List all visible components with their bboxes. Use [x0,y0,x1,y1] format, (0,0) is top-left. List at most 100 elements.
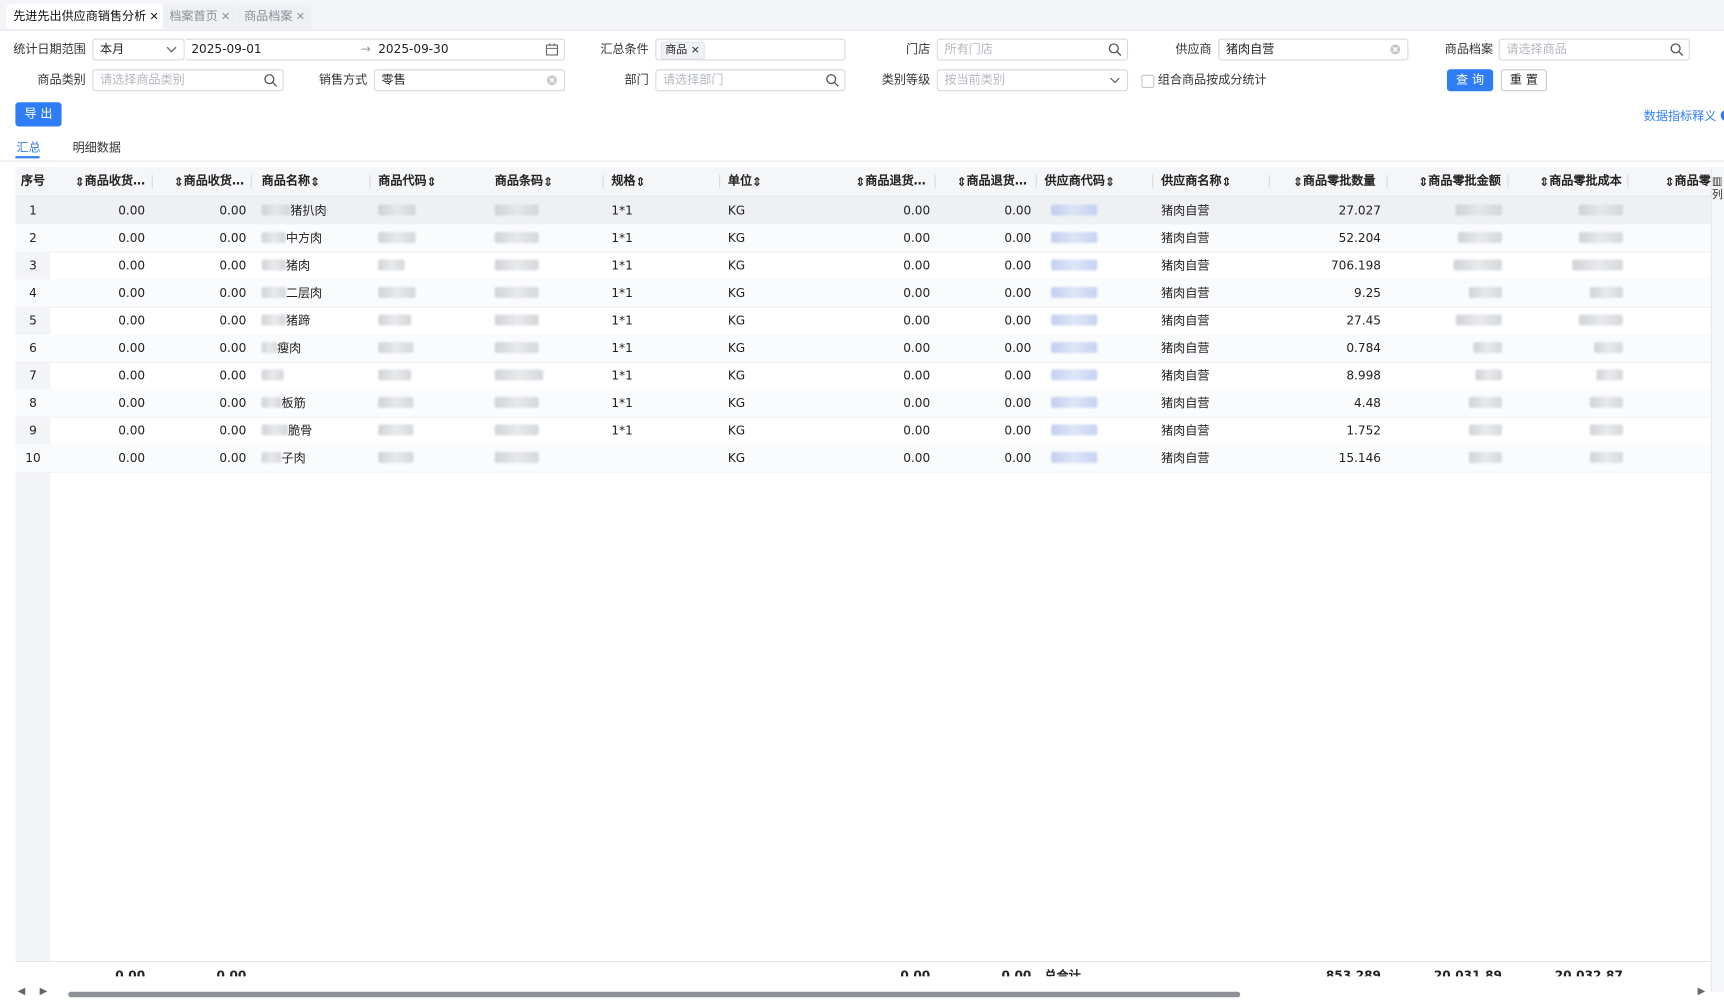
cell-return-qty-text: 0.00 [903,340,931,356]
cell-recv-amt-text: 0.00 [219,230,247,246]
close-icon[interactable]: ✕ [221,11,230,23]
tab-archive-home[interactable]: 档案首页 ✕ [162,4,237,29]
cell-unit: KG [723,334,833,361]
cell-name-text: 二层肉 [285,285,323,301]
clear-icon[interactable] [1388,42,1403,57]
cell-retail-cost [1509,444,1628,471]
combo-checkbox[interactable] [1141,74,1155,88]
cell-code [374,224,484,251]
col-recv-amt[interactable]: ⇕商品收货… [169,167,257,196]
column-settings-button[interactable]: ▥ 列 [1712,176,1724,202]
table-row[interactable]: 9 0.00 0.00 脆骨 1*1 KG 0.00 0.00 猪肉自营 1.752 [15,417,1711,446]
total-recv-qty: 0.00 [115,968,146,977]
cell-recv-amt: 0.00 [150,362,251,389]
reset-button[interactable]: 重 置 [1500,69,1547,92]
redacted-prefix [261,424,289,436]
col-return-qty[interactable]: ⇕商品退货… [851,167,930,196]
cell-spec: 1*1 [607,279,717,306]
redacted-value [494,341,539,353]
tab-supplier-sales-analysis[interactable]: 先进先出供应商销售分析 ✕ [6,4,166,29]
col-spec[interactable]: 规格⇕ [607,167,717,196]
summary-condition-select[interactable]: 商品 × [655,38,846,61]
table-row[interactable]: 1 0.00 0.00 猪扒肉 1*1 KG 0.00 0.00 猪肉自营 27.027 [15,196,1711,226]
search-icon[interactable] [263,73,278,88]
category-level-select[interactable]: 按当前类别 [936,69,1129,92]
export-button[interactable]: 导 出 [15,102,62,127]
redacted-value [1578,204,1623,216]
cell-retail-cost [1509,279,1628,306]
combo-checkbox-label[interactable]: 组合商品按成分统计 [1158,69,1267,91]
sort-icon: ⇕ [956,174,967,190]
col-barcode-label: 商品条码 [494,173,544,189]
horizontal-scrollbar[interactable]: ◀ ▶ ▶ [15,986,1710,1000]
vertical-scrollbar[interactable] [1710,167,1724,992]
col-separator [1507,174,1509,189]
col-return-amt[interactable]: ⇕商品退货… [952,167,1040,196]
cell-name [257,362,367,389]
search-icon[interactable] [1669,42,1684,57]
table-row[interactable]: 3 0.00 0.00 猪肉 1*1 KG 0.00 0.00 猪肉自营 706.198 [15,252,1711,281]
cell-recv-amt-text: 0.00 [219,340,247,356]
sort-icon: ⇕ [426,174,437,190]
date-range-picker[interactable]: 2025-09-01 → 2025-09-30 [184,38,566,61]
cell-recv-qty-text: 0.00 [118,368,146,383]
cell-spec-text: 1*1 [611,395,633,411]
cell-name: 瘦肉 [257,334,367,361]
tab-product-archive[interactable]: 商品档案 ✕ [237,4,312,29]
product-category-input[interactable]: 请选择商品类别 [92,69,284,92]
cell-name-text: 瘦肉 [277,340,302,356]
table-row[interactable]: 4 0.00 0.00 二层肉 1*1 KG 0.00 0.00 猪肉自营 9.25 [15,279,1711,308]
col-recv-qty[interactable]: ⇕商品收货… [70,167,158,196]
table-row[interactable]: 5 0.00 0.00 猪蹄 1*1 KG 0.00 0.00 猪肉自营 27.45 [15,307,1711,336]
tab-detail-data[interactable]: 明细数据 [73,139,121,157]
dept-input[interactable]: 请选择部门 [655,69,846,92]
col-supplier-code[interactable]: 供应商代码⇕ [1040,167,1146,196]
search-icon[interactable] [1107,42,1122,57]
col-name[interactable]: 商品名称⇕ [257,167,367,196]
redacted-value [1457,231,1502,243]
table-row[interactable]: 7 0.00 0.00 1*1 KG 0.00 0.00 猪肉自营 8.998 [15,362,1711,391]
cell-spec-text: 1*1 [611,230,633,246]
col-separator [719,174,721,189]
col-retail-cost[interactable]: ⇕商品零批成本 [1535,167,1630,196]
col-barcode[interactable]: 商品条码⇕ [490,167,600,196]
tag-close-icon[interactable]: × [691,44,700,56]
scroll-right-icon[interactable]: ▶ [40,986,48,997]
col-code[interactable]: 商品代码⇕ [374,167,484,196]
query-button[interactable]: 查 询 [1446,69,1494,92]
close-icon[interactable]: ✕ [296,11,305,23]
col-retail-qty[interactable]: ⇕商品零批数量 [1289,167,1386,196]
cell-retail-amt [1388,252,1507,279]
redacted-value [378,369,412,381]
store-input[interactable]: 所有门店 [936,38,1129,61]
col-separator [369,174,371,189]
col-retail-amt[interactable]: ⇕商品零批金额 [1414,167,1506,196]
close-icon[interactable]: ✕ [150,11,159,23]
tab-summary[interactable]: 汇总 [16,139,40,157]
col-unit[interactable]: 单位⇕ [723,167,833,196]
col-supplier-name[interactable]: 供应商名称⇕ [1157,167,1267,196]
col-seq: 序号 [20,173,46,189]
redacted-value [1468,451,1502,463]
sale-method-select[interactable]: 零售 [373,69,566,92]
scroll-thumb[interactable] [68,991,1241,998]
col-retail-more[interactable]: ⇕商品零 [1660,167,1711,196]
scroll-left-icon[interactable]: ◀ [18,986,26,997]
cell-name: 板筋 [257,389,367,416]
supplier-input[interactable]: 猪肉自营 [1218,38,1409,61]
table-row[interactable]: 2 0.00 0.00 中方肉 1*1 KG 0.00 0.00 猪肉自营 52.204 [15,224,1711,253]
category-level-label: 类别等级 [881,72,931,87]
metric-help-link[interactable]: 数据指标释义 [1644,107,1724,125]
date-mode-select[interactable]: 本月 [92,38,185,61]
cell-name: 猪扒肉 [257,197,367,224]
cell-seq: 8 [15,389,50,416]
product-archive-input[interactable]: 请选择商品 [1498,38,1690,61]
cell-return-amt: 0.00 [935,197,1036,224]
scroll-right-end-icon[interactable]: ▶ [1698,986,1706,997]
table-row[interactable]: 8 0.00 0.00 板筋 1*1 KG 0.00 0.00 猪肉自营 4.48 [15,389,1711,418]
table-row[interactable]: 10 0.00 0.00 子肉 KG 0.00 0.00 猪肉自营 15.146 [15,444,1711,473]
clear-icon[interactable] [544,73,559,88]
cell-supplier-name: 猪肉自营 [1157,389,1267,416]
table-row[interactable]: 6 0.00 0.00 瘦肉 1*1 KG 0.00 0.00 猪肉自营 0.784 [15,334,1711,363]
search-icon[interactable] [825,73,840,88]
